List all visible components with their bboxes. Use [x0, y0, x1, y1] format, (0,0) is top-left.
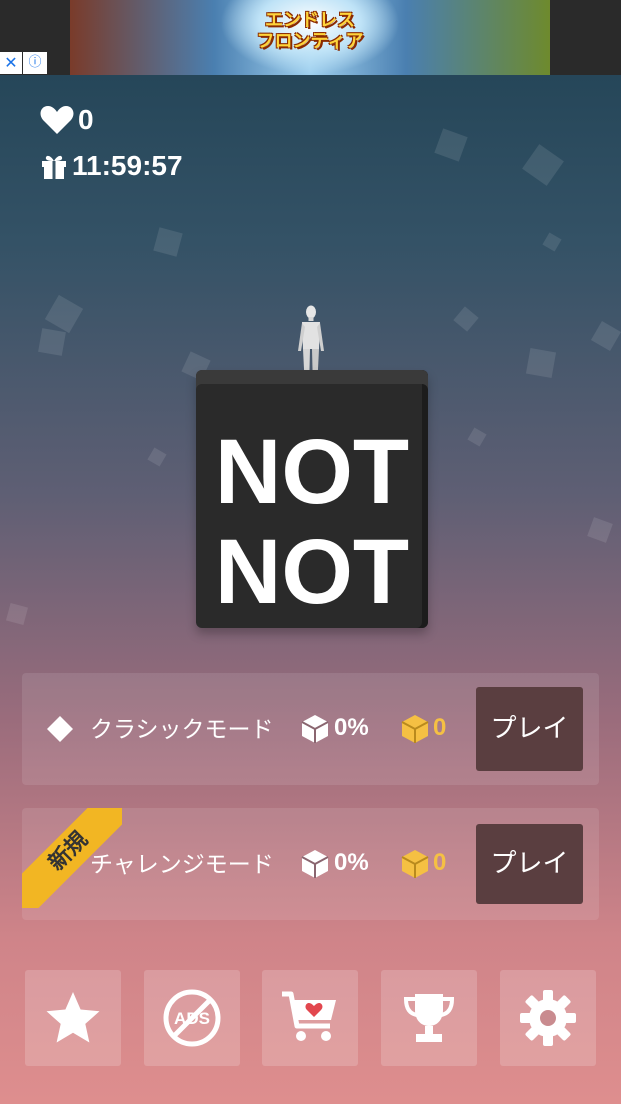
cube-line-1: NOT — [214, 421, 410, 523]
no-ads-text: ADS — [174, 1009, 210, 1028]
hearts-value: 0 — [78, 104, 94, 135]
mode-label: クラシックモード — [90, 717, 274, 743]
background-particle — [5, 602, 29, 626]
stats-panel: 0 11:59:57 — [40, 100, 183, 186]
ad-title: エンドレス フロンティア — [256, 10, 364, 52]
classic-mode-row: クラシックモード 0% 0 プレイ — [22, 673, 599, 785]
mode-label: チャレンジモード — [90, 852, 274, 878]
background-particle — [147, 447, 167, 467]
remove-ads-button[interactable]: ADS — [144, 970, 240, 1066]
gear-icon — [520, 990, 576, 1046]
gold-cube-icon — [401, 715, 429, 743]
gold-count: 0 — [433, 714, 447, 741]
heart-icon — [40, 106, 74, 134]
gift-timer-value: 11:59:57 — [72, 150, 183, 181]
white-cube-icon — [301, 850, 329, 878]
gift-icon — [42, 155, 66, 179]
background-particle — [153, 227, 183, 257]
classic-play-button[interactable]: プレイ — [476, 687, 583, 771]
completion-percent: 0% — [334, 714, 369, 741]
background-particle — [542, 232, 562, 252]
background-particle — [44, 294, 84, 334]
background-particle — [434, 128, 468, 162]
gold-cube-icon — [401, 850, 429, 878]
background-particle — [522, 144, 564, 186]
hearts-counter: 0 — [40, 100, 183, 140]
cube-line-2: NOT — [214, 521, 410, 623]
gift-timer: 11:59:57 — [40, 146, 183, 186]
not-not-cube-logo: NOT NOT — [196, 370, 428, 628]
background-particle — [38, 328, 66, 356]
star-icon — [46, 992, 100, 1043]
completion-percent: 0% — [334, 849, 369, 876]
background-particle — [467, 427, 487, 447]
settings-button[interactable] — [500, 970, 596, 1066]
ad-bar: エンドレス フロンティア ✕ ⓘ — [0, 0, 621, 75]
challenge-mode-row: 新規 チャレンジモード 0% 0 プレイ — [22, 808, 599, 920]
rate-button[interactable] — [25, 970, 121, 1066]
leaderboard-button[interactable] — [381, 970, 477, 1066]
background-particle — [587, 517, 613, 543]
gold-count: 0 — [433, 849, 447, 876]
background-particle — [590, 320, 621, 352]
white-cube-icon — [301, 715, 329, 743]
challenge-play-button[interactable]: プレイ — [476, 824, 583, 904]
shop-button[interactable] — [262, 970, 358, 1066]
close-icon[interactable]: ✕ — [0, 52, 22, 74]
background-particle — [525, 347, 557, 379]
shop-cart-heart-icon — [282, 991, 336, 1041]
diamond-icon — [47, 716, 73, 742]
background-particle — [453, 306, 479, 332]
ad-banner[interactable]: エンドレス フロンティア — [70, 0, 550, 75]
info-icon[interactable]: ⓘ — [23, 52, 47, 74]
cube-title: NOT NOT — [196, 422, 428, 622]
trophy-icon — [403, 994, 455, 1042]
no-ads-icon: ADS — [163, 989, 221, 1047]
